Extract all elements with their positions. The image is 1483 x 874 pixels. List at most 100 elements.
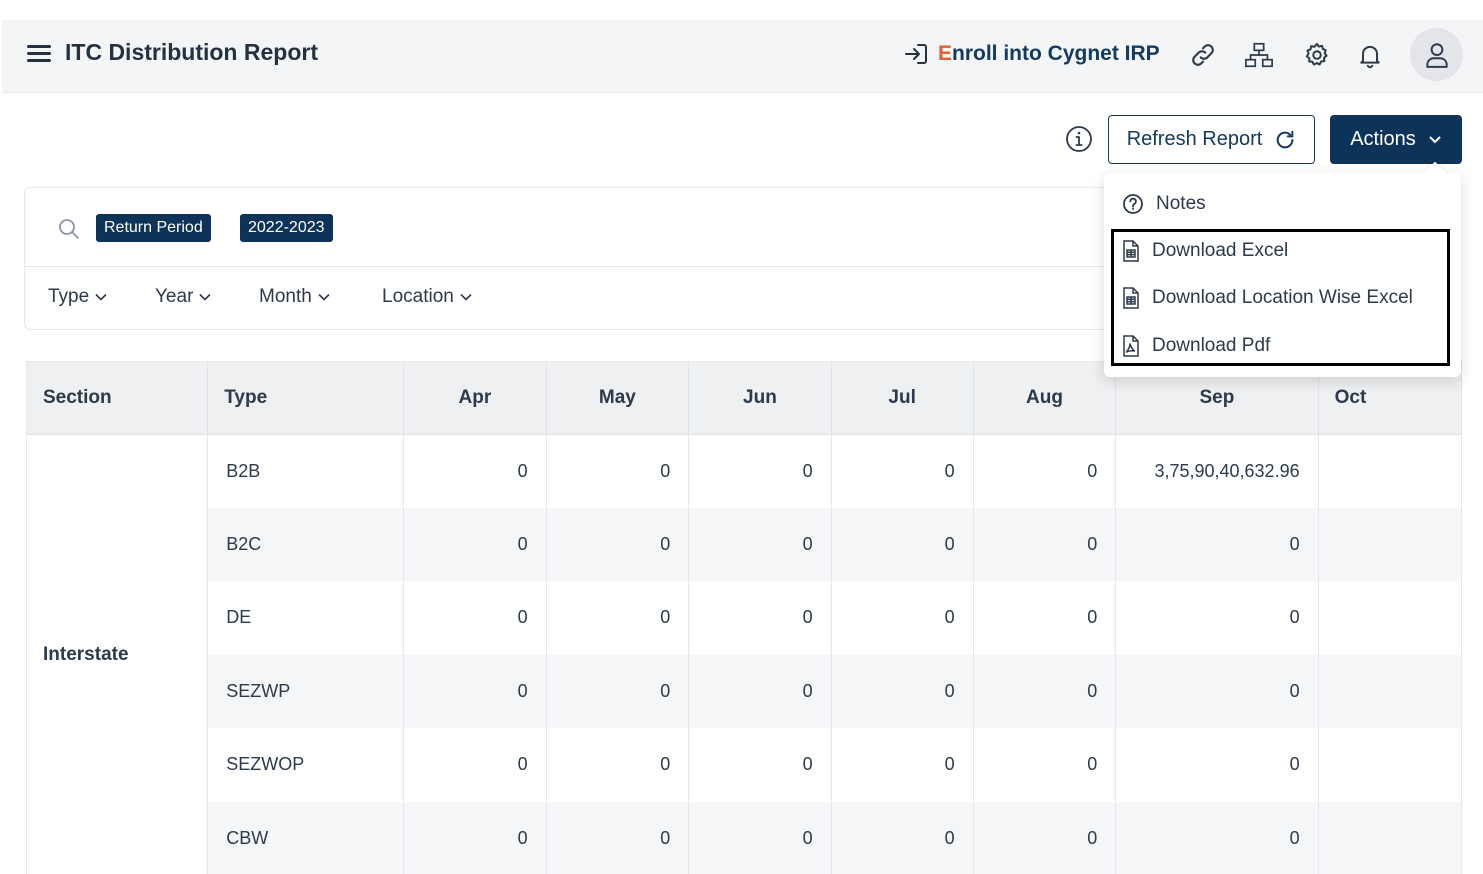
value-cell	[1318, 434, 1462, 508]
enroll-first-letter: E	[938, 42, 953, 65]
chevron-down-icon	[460, 293, 472, 301]
type-cell: CBW	[207, 801, 405, 874]
value-cell	[1318, 728, 1462, 802]
value-cell: 0	[546, 507, 690, 581]
col-header-section[interactable]: Section	[27, 362, 209, 435]
value-cell: 0	[688, 801, 832, 874]
col-header-may[interactable]: May	[546, 362, 690, 435]
return-period-chip[interactable]: Return Period	[96, 214, 211, 242]
value-cell: 0	[546, 434, 690, 508]
value-cell: 0	[831, 801, 974, 874]
refresh-report-label: Refresh Report	[1126, 128, 1263, 150]
link-icon[interactable]	[1188, 40, 1218, 70]
enroll-label: nroll into Cygnet IRP	[952, 42, 1160, 65]
report-table-container: Section Type Apr May Jun Jul Aug Sep Oct…	[26, 361, 1462, 874]
col-header-jun[interactable]: Jun	[688, 362, 832, 435]
location-dropdown[interactable]: Location	[382, 286, 472, 308]
value-cell: 0	[973, 507, 1117, 581]
value-cell: 0	[403, 801, 547, 874]
info-icon[interactable]	[1065, 125, 1093, 153]
refresh-icon	[1277, 130, 1294, 148]
value-cell: 0	[1115, 654, 1319, 728]
chevron-down-icon	[95, 293, 107, 301]
value-cell	[1318, 507, 1462, 581]
col-header-apr[interactable]: Apr	[403, 362, 547, 435]
bell-icon[interactable]	[1355, 40, 1385, 70]
value-cell: 0	[831, 654, 974, 728]
value-cell: 0	[403, 581, 547, 655]
value-cell: 0	[973, 581, 1117, 655]
value-cell: 0	[403, 654, 547, 728]
value-cell: 0	[973, 801, 1117, 874]
value-cell	[1318, 581, 1462, 655]
highlight-box	[1111, 229, 1450, 366]
value-cell: 0	[403, 507, 547, 581]
value-cell: 0	[403, 728, 547, 802]
table-row: Interstate B2B 0 0 0 0 0 3,75,90,40,632.…	[27, 434, 1462, 874]
value-cell: 0	[1115, 581, 1319, 655]
report-table: Section Type Apr May Jun Jul Aug Sep Oct…	[27, 362, 1462, 874]
app-header: ITC Distribution Report Enroll into Cygn…	[2, 20, 1483, 93]
year-dropdown[interactable]: Year	[155, 286, 211, 308]
menu-item-notes[interactable]: Notes	[1122, 193, 1206, 215]
filter-divider	[25, 266, 1123, 267]
filter-panel: Return Period 2022-2023 Type Year Month …	[24, 187, 1124, 330]
type-dropdown-label: Type	[48, 286, 90, 307]
value-cell	[1318, 654, 1462, 728]
month-dropdown-label: Month	[259, 286, 312, 307]
value-cell: 0	[403, 434, 547, 508]
table-row: SEZWOP 0 0 0 0 0 0	[27, 728, 1462, 802]
type-dropdown[interactable]: Type	[48, 286, 107, 308]
table-row: SEZWP 0 0 0 0 0 0	[27, 654, 1462, 728]
enroll-link[interactable]: Enroll into Cygnet IRP	[904, 42, 1160, 66]
menu-item-label: Notes	[1156, 193, 1206, 214]
page-title: ITC Distribution Report	[65, 39, 318, 65]
col-header-aug[interactable]: Aug	[973, 362, 1117, 435]
col-header-jul[interactable]: Jul	[831, 362, 974, 435]
value-cell: 0	[973, 654, 1117, 728]
value-cell: 0	[1115, 507, 1319, 581]
refresh-report-button[interactable]: Refresh Report	[1108, 115, 1315, 164]
value-cell: 0	[831, 728, 974, 802]
chevron-down-icon	[318, 293, 330, 301]
search-icon[interactable]	[57, 217, 81, 241]
value-cell: 0	[688, 728, 832, 802]
value-cell: 0	[546, 728, 690, 802]
value-cell	[1318, 801, 1462, 874]
value-cell: 0	[688, 654, 832, 728]
value-cell: 0	[546, 581, 690, 655]
month-dropdown[interactable]: Month	[259, 286, 330, 308]
page: ITC Distribution Report Enroll into Cygn…	[0, 0, 1483, 874]
gear-icon[interactable]	[1302, 40, 1332, 70]
year-dropdown-label: Year	[155, 286, 194, 307]
value-cell: 0	[546, 801, 690, 874]
value-cell: 0	[831, 581, 974, 655]
table-row: CBW 0 0 0 0 0 0	[27, 801, 1462, 874]
table-row: B2C 0 0 0 0 0 0	[27, 507, 1462, 581]
question-circle-icon	[1123, 194, 1143, 214]
type-cell: SEZWOP	[207, 728, 405, 802]
hierarchy-icon[interactable]	[1244, 40, 1274, 70]
value-cell: 0	[1115, 801, 1319, 874]
chevron-down-icon	[199, 293, 211, 301]
value-cell: 0	[1115, 728, 1319, 802]
type-cell: DE	[207, 581, 405, 655]
value-cell: 0	[688, 507, 832, 581]
value-cell: 0	[831, 434, 974, 508]
value-cell: 0	[973, 728, 1117, 802]
year-range-chip[interactable]: 2022-2023	[240, 214, 333, 242]
actions-label: Actions	[1350, 128, 1416, 150]
col-header-type[interactable]: Type	[207, 362, 405, 435]
value-cell: 0	[973, 434, 1117, 508]
type-cell: SEZWP	[207, 654, 405, 728]
section-cell: Interstate	[27, 434, 209, 874]
value-cell: 0	[546, 654, 690, 728]
table-row: DE 0 0 0 0 0 0	[27, 581, 1462, 655]
actions-button[interactable]: Actions	[1330, 115, 1462, 164]
value-cell: 3,75,90,40,632.96	[1115, 434, 1319, 508]
hamburger-menu-icon[interactable]	[27, 43, 51, 63]
chevron-down-icon	[1429, 135, 1441, 143]
value-cell: 0	[688, 434, 832, 508]
user-avatar[interactable]	[1410, 28, 1463, 81]
value-cell: 0	[688, 581, 832, 655]
